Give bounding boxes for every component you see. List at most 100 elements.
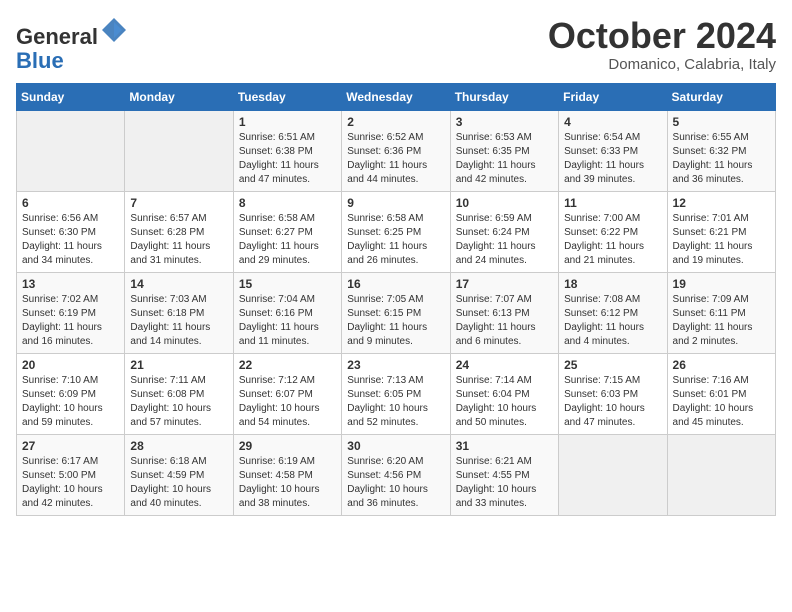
calendar-cell: 14 Sunrise: 7:03 AM Sunset: 6:18 PM Dayli… xyxy=(125,273,233,354)
month-title: October 2024 xyxy=(548,16,776,56)
calendar-cell xyxy=(667,435,775,516)
title-block: October 2024 Domanico, Calabria, Italy xyxy=(548,16,776,73)
day-info: Sunrise: 6:57 AM Sunset: 6:28 PM Dayligh… xyxy=(130,212,227,268)
day-number: 24 xyxy=(456,358,553,372)
calendar-cell: 25Sunrise: 7:15 AM Sunset: 6:03 PM Dayli… xyxy=(559,354,667,435)
calendar-week-row: 1 Sunrise: 6:51 AM Sunset: 6:38 PM Daylig… xyxy=(17,111,776,192)
page-header: General Blue October 2024 Domanico, Cala… xyxy=(16,16,776,73)
day-header-monday: Monday xyxy=(125,84,233,111)
day-info: Sunrise: 6:52 AM Sunset: 6:36 PM Dayligh… xyxy=(347,131,444,187)
day-number: 28 xyxy=(130,439,227,453)
calendar-cell: 5Sunrise: 6:55 AM Sunset: 6:32 PM Daylig… xyxy=(667,111,775,192)
day-number: 18 xyxy=(564,277,661,291)
calendar-week-row: 13Sunrise: 7:02 AM Sunset: 6:19 PM Dayli… xyxy=(17,273,776,354)
day-number: 1 xyxy=(239,115,336,129)
day-number: 29 xyxy=(239,439,336,453)
logo-general: General xyxy=(16,24,98,49)
calendar-cell: 15 Sunrise: 7:04 AM Sunset: 6:16 PM Dayli… xyxy=(233,273,341,354)
day-header-thursday: Thursday xyxy=(450,84,558,111)
day-number: 16 xyxy=(347,277,444,291)
calendar-week-row: 6Sunrise: 6:56 AM Sunset: 6:30 PM Daylig… xyxy=(17,192,776,273)
day-number: 27 xyxy=(22,439,119,453)
day-info: Sunrise: 7:08 AM Sunset: 6:12 PM Dayligh… xyxy=(564,293,661,349)
day-number: 2 xyxy=(347,115,444,129)
calendar-cell: 1 Sunrise: 6:51 AM Sunset: 6:38 PM Daylig… xyxy=(233,111,341,192)
day-number: 12 xyxy=(673,196,770,210)
day-info: Sunrise: 7:16 AM Sunset: 6:01 PM Dayligh… xyxy=(673,374,770,430)
day-number: 4 xyxy=(564,115,661,129)
calendar-cell: 2 Sunrise: 6:52 AM Sunset: 6:36 PM Daylig… xyxy=(342,111,450,192)
calendar-cell: 19 Sunrise: 7:09 AM Sunset: 6:11 PM Dayli… xyxy=(667,273,775,354)
day-header-sunday: Sunday xyxy=(17,84,125,111)
day-info: Sunrise: 7:03 AM Sunset: 6:18 PM Dayligh… xyxy=(130,293,227,349)
day-number: 8 xyxy=(239,196,336,210)
day-number: 11 xyxy=(564,196,661,210)
day-info: Sunrise: 7:13 AM Sunset: 6:05 PM Dayligh… xyxy=(347,374,444,430)
calendar-cell: 18 Sunrise: 7:08 AM Sunset: 6:12 PM Dayli… xyxy=(559,273,667,354)
day-number: 9 xyxy=(347,196,444,210)
calendar-cell: 21 Sunrise: 7:11 AM Sunset: 6:08 PM Dayli… xyxy=(125,354,233,435)
calendar-cell: 4Sunrise: 6:54 AM Sunset: 6:33 PM Daylig… xyxy=(559,111,667,192)
day-number: 25 xyxy=(564,358,661,372)
calendar-cell: 28 Sunrise: 6:18 AM Sunset: 4:59 PM Dayli… xyxy=(125,435,233,516)
day-info: Sunrise: 7:00 AM Sunset: 6:22 PM Dayligh… xyxy=(564,212,661,268)
day-info: Sunrise: 7:14 AM Sunset: 6:04 PM Dayligh… xyxy=(456,374,553,430)
calendar-body: 1 Sunrise: 6:51 AM Sunset: 6:38 PM Daylig… xyxy=(17,111,776,516)
day-header-tuesday: Tuesday xyxy=(233,84,341,111)
day-info: Sunrise: 7:12 AM Sunset: 6:07 PM Dayligh… xyxy=(239,374,336,430)
calendar-cell: 3 Sunrise: 6:53 AM Sunset: 6:35 PM Daylig… xyxy=(450,111,558,192)
day-info: Sunrise: 6:53 AM Sunset: 6:35 PM Dayligh… xyxy=(456,131,553,187)
day-info: Sunrise: 6:19 AM Sunset: 4:58 PM Dayligh… xyxy=(239,455,336,511)
day-header-saturday: Saturday xyxy=(667,84,775,111)
day-info: Sunrise: 7:01 AM Sunset: 6:21 PM Dayligh… xyxy=(673,212,770,268)
calendar-cell: 22 Sunrise: 7:12 AM Sunset: 6:07 PM Dayli… xyxy=(233,354,341,435)
calendar-cell: 8 Sunrise: 6:58 AM Sunset: 6:27 PM Daylig… xyxy=(233,192,341,273)
day-number: 14 xyxy=(130,277,227,291)
day-number: 26 xyxy=(673,358,770,372)
day-number: 5 xyxy=(673,115,770,129)
day-info: Sunrise: 6:51 AM Sunset: 6:38 PM Dayligh… xyxy=(239,131,336,187)
day-info: Sunrise: 7:07 AM Sunset: 6:13 PM Dayligh… xyxy=(456,293,553,349)
calendar-cell: 6Sunrise: 6:56 AM Sunset: 6:30 PM Daylig… xyxy=(17,192,125,273)
calendar-cell xyxy=(125,111,233,192)
day-number: 30 xyxy=(347,439,444,453)
calendar-cell: 29 Sunrise: 6:19 AM Sunset: 4:58 PM Dayli… xyxy=(233,435,341,516)
day-number: 21 xyxy=(130,358,227,372)
day-info: Sunrise: 6:56 AM Sunset: 6:30 PM Dayligh… xyxy=(22,212,119,268)
day-number: 10 xyxy=(456,196,553,210)
calendar-table: SundayMondayTuesdayWednesdayThursdayFrid… xyxy=(16,83,776,516)
day-number: 13 xyxy=(22,277,119,291)
calendar-cell: 7Sunrise: 6:57 AM Sunset: 6:28 PM Daylig… xyxy=(125,192,233,273)
calendar-cell: 27Sunrise: 6:17 AM Sunset: 5:00 PM Dayli… xyxy=(17,435,125,516)
day-info: Sunrise: 6:58 AM Sunset: 6:27 PM Dayligh… xyxy=(239,212,336,268)
day-info: Sunrise: 6:59 AM Sunset: 6:24 PM Dayligh… xyxy=(456,212,553,268)
location: Domanico, Calabria, Italy xyxy=(548,56,776,73)
calendar-cell xyxy=(17,111,125,192)
day-number: 15 xyxy=(239,277,336,291)
calendar-cell: 13Sunrise: 7:02 AM Sunset: 6:19 PM Dayli… xyxy=(17,273,125,354)
day-info: Sunrise: 7:11 AM Sunset: 6:08 PM Dayligh… xyxy=(130,374,227,430)
logo-blue: Blue xyxy=(16,48,64,73)
day-info: Sunrise: 6:20 AM Sunset: 4:56 PM Dayligh… xyxy=(347,455,444,511)
calendar-week-row: 20Sunrise: 7:10 AM Sunset: 6:09 PM Dayli… xyxy=(17,354,776,435)
day-number: 23 xyxy=(347,358,444,372)
calendar-cell: 11 Sunrise: 7:00 AM Sunset: 6:22 PM Dayli… xyxy=(559,192,667,273)
calendar-cell: 24 Sunrise: 7:14 AM Sunset: 6:04 PM Dayli… xyxy=(450,354,558,435)
day-info: Sunrise: 6:58 AM Sunset: 6:25 PM Dayligh… xyxy=(347,212,444,268)
calendar-cell: 23 Sunrise: 7:13 AM Sunset: 6:05 PM Dayli… xyxy=(342,354,450,435)
calendar-cell xyxy=(559,435,667,516)
calendar-cell: 26 Sunrise: 7:16 AM Sunset: 6:01 PM Dayli… xyxy=(667,354,775,435)
day-info: Sunrise: 7:04 AM Sunset: 6:16 PM Dayligh… xyxy=(239,293,336,349)
day-number: 19 xyxy=(673,277,770,291)
calendar-cell: 10 Sunrise: 6:59 AM Sunset: 6:24 PM Dayli… xyxy=(450,192,558,273)
calendar-cell: 9 Sunrise: 6:58 AM Sunset: 6:25 PM Daylig… xyxy=(342,192,450,273)
day-info: Sunrise: 7:05 AM Sunset: 6:15 PM Dayligh… xyxy=(347,293,444,349)
day-number: 22 xyxy=(239,358,336,372)
calendar-cell: 31Sunrise: 6:21 AM Sunset: 4:55 PM Dayli… xyxy=(450,435,558,516)
day-info: Sunrise: 7:09 AM Sunset: 6:11 PM Dayligh… xyxy=(673,293,770,349)
day-number: 3 xyxy=(456,115,553,129)
day-info: Sunrise: 6:21 AM Sunset: 4:55 PM Dayligh… xyxy=(456,455,553,511)
day-number: 17 xyxy=(456,277,553,291)
day-info: Sunrise: 6:18 AM Sunset: 4:59 PM Dayligh… xyxy=(130,455,227,511)
calendar-cell: 20Sunrise: 7:10 AM Sunset: 6:09 PM Dayli… xyxy=(17,354,125,435)
